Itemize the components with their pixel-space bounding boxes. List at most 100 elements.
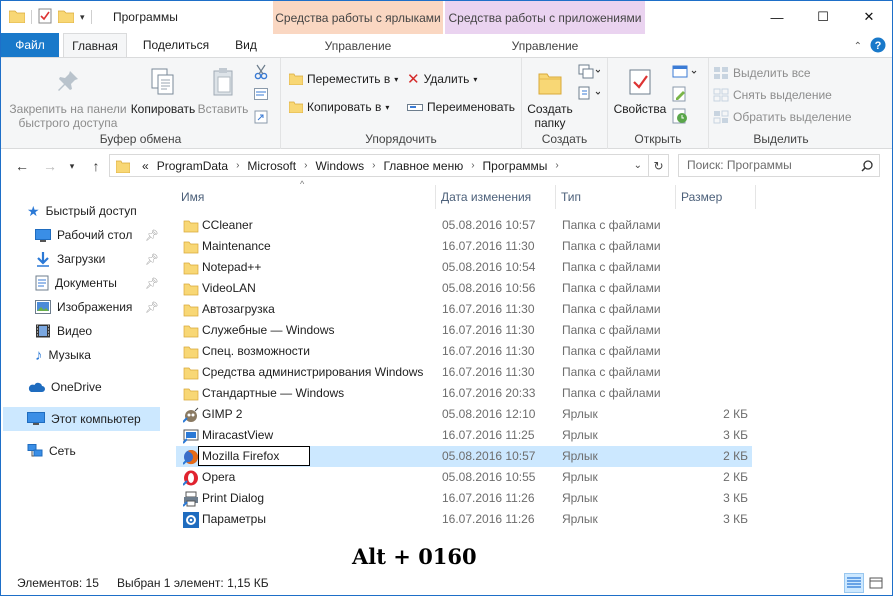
breadcrumb-separator-icon[interactable]: › (304, 160, 307, 171)
firefox-icon (182, 449, 199, 465)
breadcrumb-item[interactable]: ProgramData (157, 159, 228, 173)
breadcrumb-separator-icon[interactable]: › (555, 160, 558, 171)
select-all-button[interactable]: Выделить все (713, 64, 811, 82)
nav-pictures[interactable]: Изображения 📌︎ (35, 295, 159, 319)
address-dropdown-icon[interactable]: ⌄ (634, 160, 642, 171)
file-row[interactable]: VideoLAN 05.08.2016 10:56 Папка с файлами (176, 278, 752, 299)
file-row[interactable]: Спец. возможности 16.07.2016 11:30 Папка с… (176, 341, 752, 362)
file-row[interactable]: Print Dialog 16.07.2016 11:26 Ярлык 3 КБ (176, 488, 752, 509)
nav-label: OneDrive (51, 380, 102, 394)
paste-shortcut-icon[interactable] (254, 110, 268, 127)
details-view-button[interactable] (844, 573, 864, 593)
nav-documents[interactable]: Документы 📌︎ (35, 271, 159, 295)
breadcrumb-item[interactable]: Windows (315, 159, 364, 173)
search-icon[interactable] (861, 155, 873, 179)
nav-music[interactable]: ♪ Музыка (35, 343, 91, 367)
large-icons-view-button[interactable] (866, 573, 886, 593)
tab-view[interactable]: Вид (227, 33, 265, 57)
breadcrumb-item[interactable]: Главное меню (383, 159, 463, 173)
new-item-icon[interactable] (578, 64, 601, 83)
close-button[interactable]: ✕ (846, 1, 892, 33)
print-icon (182, 491, 199, 507)
file-row[interactable]: Средства администрирования Windows 16.07.… (176, 362, 752, 383)
minimize-button[interactable]: — (754, 1, 800, 33)
file-row[interactable]: Автозагрузка 16.07.2016 11:30 Папка с файл… (176, 299, 752, 320)
cut-icon[interactable] (254, 64, 268, 83)
rename-input[interactable]: Mozilla Firefox (198, 446, 310, 466)
copy-button[interactable]: Копировать (129, 66, 197, 116)
file-row[interactable]: MiracastView 16.07.2016 11:25 Ярлык 3 КБ (176, 425, 752, 446)
folder-icon (116, 160, 130, 173)
details-view-icon (847, 577, 861, 588)
nav-desktop[interactable]: Рабочий стол 📌︎ (35, 223, 159, 247)
file-row[interactable]: Параметры 16.07.2016 11:26 Ярлык 3 КБ (176, 509, 752, 530)
column-header-type[interactable]: Тип (556, 185, 676, 209)
up-button[interactable]: ↑ (87, 157, 105, 175)
file-type: Папка с файлами (562, 386, 661, 400)
file-date: 16.07.2016 11:26 (442, 491, 535, 505)
refresh-icon[interactable]: ↻ (648, 155, 668, 176)
back-button[interactable]: ← (13, 157, 31, 175)
move-to-icon (289, 73, 303, 85)
paste-button[interactable]: Вставить (195, 66, 251, 116)
file-row[interactable]: Служебные — Windows 16.07.2016 11:30 Папка… (176, 320, 752, 341)
video-icon (36, 324, 50, 338)
nav-onedrive[interactable]: OneDrive (27, 375, 102, 399)
nav-quick-access[interactable]: ★ Быстрый доступ (27, 199, 137, 223)
move-to-button[interactable]: Переместить в ▾ (289, 70, 398, 88)
rename-button[interactable]: Переименовать (407, 98, 515, 116)
view-switcher (844, 573, 886, 593)
select-none-button[interactable]: Снять выделение (713, 86, 832, 104)
column-header-size[interactable]: Размер (676, 185, 756, 209)
forward-button[interactable]: → (41, 157, 59, 175)
file-type: Ярлык (562, 407, 598, 421)
file-type: Папка с файлами (562, 281, 661, 295)
tab-file[interactable]: Файл (1, 33, 59, 57)
help-icon[interactable]: ? (870, 37, 886, 56)
open-with-icon[interactable] (672, 64, 698, 83)
breadcrumb-separator-icon[interactable]: › (236, 160, 239, 171)
file-row[interactable]: CCleaner 05.08.2016 10:57 Папка с файлами (176, 215, 752, 236)
breadcrumb-overflow[interactable]: « (142, 159, 149, 173)
nav-network[interactable]: Сеть (27, 439, 76, 463)
file-row[interactable]: Стандартные — Windows 16.07.2016 20:33 Пап… (176, 383, 752, 404)
properties-button[interactable]: Свойства (612, 66, 668, 116)
properties-icon[interactable] (38, 8, 52, 27)
selection-info: Выбран 1 элемент: 1,15 КБ (117, 576, 269, 590)
file-row[interactable]: Opera 05.08.2016 10:55 Ярлык 2 КБ (176, 467, 752, 488)
history-icon[interactable] (672, 108, 688, 127)
file-type: Ярлык (562, 491, 598, 505)
tab-home[interactable]: Главная (63, 33, 127, 58)
breadcrumb-separator-icon[interactable]: › (372, 160, 375, 171)
invert-selection-button[interactable]: Обратить выделение (713, 108, 852, 126)
file-row[interactable]: Maintenance 16.07.2016 11:30 Папка с файла… (176, 236, 752, 257)
address-bar[interactable]: « ProgramData › Microsoft › Windows › Гл… (109, 154, 669, 177)
delete-button[interactable]: ✕ Удалить ▾ (407, 70, 477, 88)
file-row[interactable]: Mozilla Firefox 05.08.2016 10:57 Ярлык 2 КБ (176, 446, 752, 467)
search-input[interactable]: Поиск: Программы (678, 154, 880, 177)
nav-this-pc[interactable]: Этот компьютер (3, 407, 160, 431)
new-folder-button[interactable]: Создать папку (524, 66, 576, 130)
copy-path-icon[interactable] (254, 88, 268, 103)
column-header-name[interactable]: Имя (176, 185, 436, 209)
file-row[interactable]: GIMP 2 05.08.2016 12:10 Ярлык 2 КБ (176, 404, 752, 425)
maximize-button[interactable]: ☐ (800, 1, 846, 33)
breadcrumb-item[interactable]: Microsoft (247, 159, 296, 173)
customize-qat-icon[interactable]: ▾ (80, 12, 85, 23)
edit-icon[interactable] (672, 86, 688, 105)
pin-quick-access-button[interactable]: Закрепить на панели быстрого доступа (7, 66, 129, 130)
new-folder-icon[interactable] (57, 9, 75, 26)
nav-video[interactable]: Видео (35, 319, 92, 343)
easy-access-icon[interactable] (578, 86, 601, 105)
breadcrumb-item[interactable]: Программы (483, 159, 548, 173)
back-arrow-icon: ← (15, 158, 29, 174)
music-icon: ♪ (35, 346, 43, 364)
file-row[interactable]: Notepad++ 05.08.2016 10:54 Папка с файлами (176, 257, 752, 278)
nav-downloads[interactable]: Загрузки 📌︎ (35, 247, 159, 271)
tab-share[interactable]: Поделиться (137, 33, 215, 57)
copy-to-button[interactable]: Копировать в ▾ (289, 98, 389, 116)
breadcrumb-separator-icon[interactable]: › (471, 160, 474, 171)
recent-locations-button[interactable]: ▾ (63, 157, 81, 175)
chevron-up-icon[interactable]: ⌃ (854, 41, 862, 52)
column-header-date[interactable]: Дата изменения (436, 185, 556, 209)
